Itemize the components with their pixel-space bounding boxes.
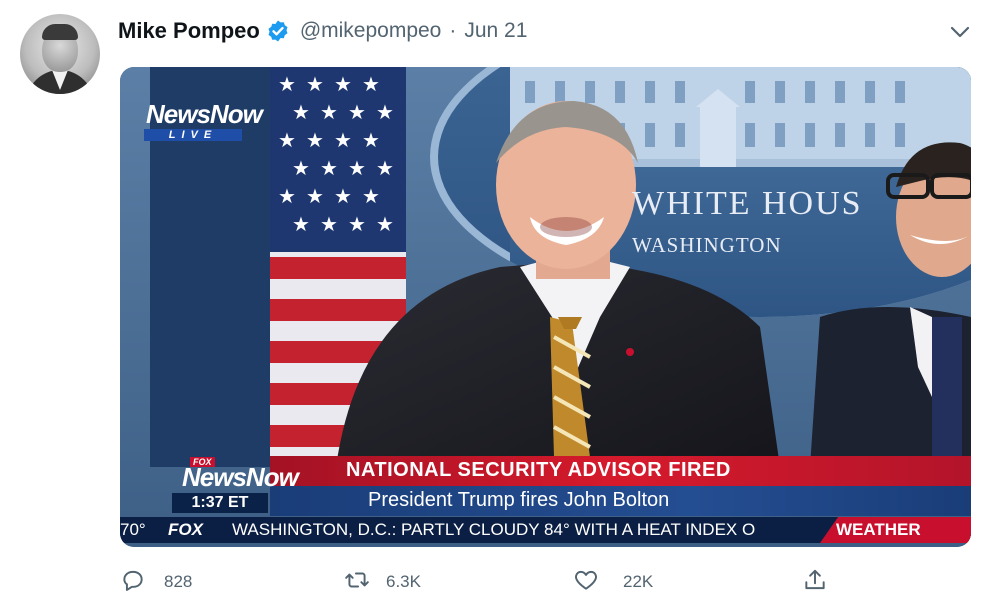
svg-text:★: ★ (362, 128, 380, 152)
author-name[interactable]: Mike Pompeo (118, 18, 260, 44)
more-options-chevron-down-icon[interactable] (946, 20, 974, 44)
reply-icon (120, 567, 146, 598)
svg-text:★: ★ (292, 156, 310, 180)
news-now-live-logo: NewsNow LIVE (144, 99, 263, 143)
svg-text:★: ★ (320, 156, 338, 180)
like-count: 22K (623, 572, 654, 591)
svg-text:★: ★ (348, 100, 366, 124)
retweet-count: 6.3K (386, 572, 421, 591)
share-button[interactable] (802, 566, 828, 598)
svg-text:★: ★ (376, 212, 394, 236)
share-icon (802, 567, 828, 598)
channel-logo-text: NewsNow (146, 99, 263, 129)
svg-text:★: ★ (306, 72, 324, 96)
tweet-actions: 828 6.3K 22K (120, 566, 971, 598)
svg-text:★: ★ (348, 156, 366, 180)
svg-text:★: ★ (334, 72, 352, 96)
tweet: Mike Pompeo @mikepompeo · Jun 21 ★ ★ ★ ★… (0, 0, 1000, 605)
briefing-room-sign-title: WHITE HOUS (632, 185, 863, 222)
svg-text:★: ★ (334, 184, 352, 208)
svg-text:★: ★ (376, 156, 394, 180)
like-button[interactable]: 22K (573, 566, 653, 598)
live-label: LIVE (144, 129, 242, 141)
heart-icon (573, 567, 599, 598)
broadcast-time: 1:37 ET (172, 493, 268, 513)
svg-text:★: ★ (278, 72, 296, 96)
svg-text:★: ★ (334, 128, 352, 152)
svg-text:★: ★ (278, 128, 296, 152)
svg-text:★: ★ (362, 184, 380, 208)
subheadline-text: President Trump fires John Bolton (368, 489, 670, 511)
svg-text:★: ★ (278, 184, 296, 208)
tweet-video[interactable]: ★ ★ ★ ★ ★ ★ ★ ★ ★ ★ ★ ★ ★ ★ ★ ★ ★ ★ ★ ★ ★ ★ ★ ★ (120, 67, 971, 547)
tweet-date[interactable]: Jun 21 (464, 19, 527, 43)
verified-badge-icon (266, 19, 290, 43)
author-handle[interactable]: @mikepompeo (300, 19, 442, 43)
fox-news-now-logo: FOX NewsNow (172, 457, 299, 493)
svg-text:★: ★ (376, 100, 394, 124)
avatar-hair (42, 24, 78, 40)
svg-text:★: ★ (306, 184, 324, 208)
ticker-weather-label: WEATHER (836, 520, 921, 539)
svg-text:★: ★ (292, 100, 310, 124)
svg-text:★: ★ (292, 212, 310, 236)
svg-text:★: ★ (348, 212, 366, 236)
svg-text:★: ★ (362, 72, 380, 96)
news-now-logo-text: NewsNow (182, 462, 299, 492)
retweet-icon (344, 567, 370, 598)
headline-text: NATIONAL SECURITY ADVISOR FIRED (346, 459, 731, 481)
ticker-overlay: WEATHER (120, 517, 971, 543)
news-lower-third: FOX NewsNow 1:37 ET NATIONAL SECURITY AD… (120, 449, 971, 547)
svg-text:★: ★ (320, 212, 338, 236)
briefing-room-sign-subtitle: WASHINGTON (632, 233, 782, 257)
tweet-header: Mike Pompeo @mikepompeo · Jun 21 (118, 16, 527, 46)
retweet-button[interactable]: 6.3K (344, 566, 421, 598)
svg-text:★: ★ (306, 128, 324, 152)
reply-count: 828 (164, 572, 193, 591)
header-separator: · (449, 19, 457, 42)
avatar[interactable] (20, 14, 100, 94)
svg-text:★: ★ (320, 100, 338, 124)
reply-button[interactable]: 828 (120, 566, 192, 598)
